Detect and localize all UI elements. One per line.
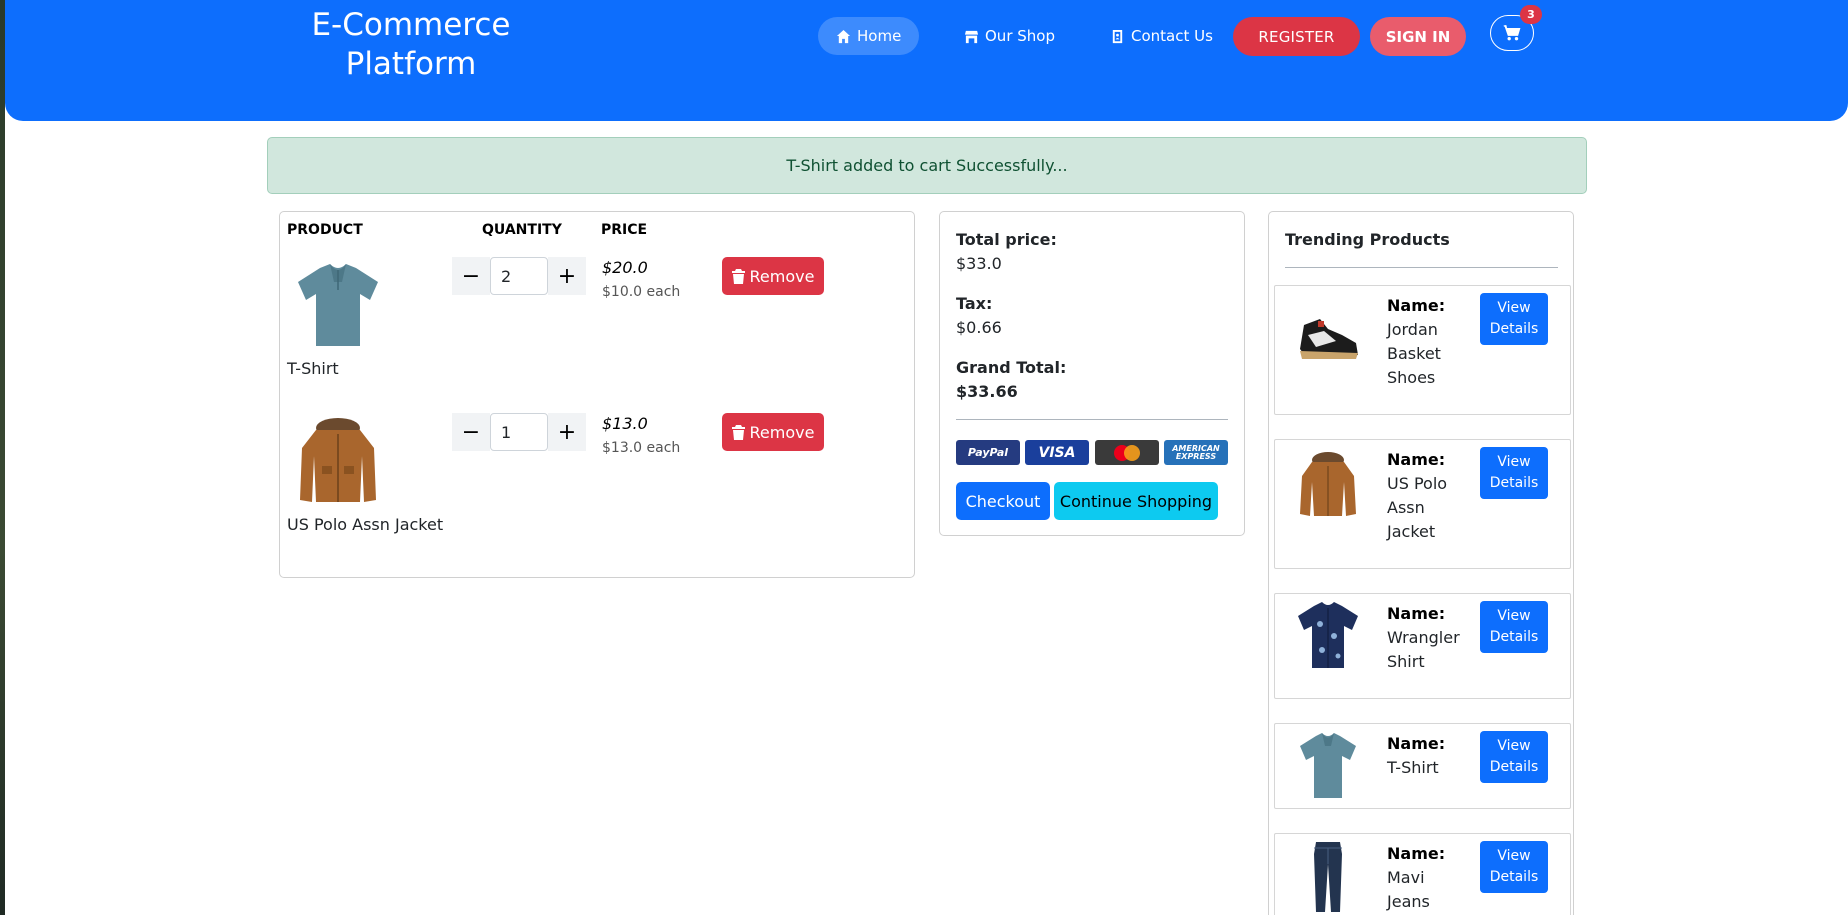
cart-item-total-price: $13.0 bbox=[602, 414, 648, 433]
tshirt-thumbnail-image bbox=[1300, 733, 1356, 798]
shopping-cart-icon bbox=[1503, 25, 1521, 41]
tax-label: Tax: bbox=[956, 294, 993, 313]
grand-total-label: Grand Total: bbox=[956, 358, 1067, 377]
trending-item-name-label: Name: bbox=[1387, 604, 1446, 623]
trending-item-name-label: Name: bbox=[1387, 734, 1446, 753]
nav-contact-us[interactable]: Contact Us bbox=[1092, 17, 1231, 55]
increase-quantity-button[interactable]: + bbox=[548, 257, 586, 295]
visa-icon: VISA bbox=[1025, 440, 1089, 465]
success-alert-message: T-Shirt added to cart Successfully... bbox=[786, 156, 1068, 175]
amex-icon: AMERICAN EXPRESS bbox=[1164, 440, 1228, 465]
quantity-input[interactable]: 2 bbox=[490, 257, 548, 295]
success-alert: T-Shirt added to cart Successfully... bbox=[267, 137, 1587, 194]
remove-item-button[interactable]: Remove bbox=[722, 413, 824, 451]
cart-item-name: US Polo Assn Jacket bbox=[287, 515, 444, 534]
checkout-button[interactable]: Checkout bbox=[956, 482, 1050, 520]
background-strip bbox=[0, 0, 5, 915]
jordan-shoes-image bbox=[1300, 319, 1358, 359]
mavi-jeans-image bbox=[1314, 842, 1342, 912]
trending-divider bbox=[1285, 267, 1558, 268]
nav-our-shop-label: Our Shop bbox=[985, 27, 1055, 45]
view-details-button[interactable]: View Details bbox=[1480, 841, 1548, 893]
column-header-quantity: QUANTITY bbox=[482, 222, 562, 238]
paypal-icon: PayPal bbox=[956, 440, 1020, 465]
jacket-product-image bbox=[300, 418, 376, 502]
quantity-stepper: − 1 + bbox=[452, 413, 586, 451]
cart-item-unit-price: $13.0 each bbox=[602, 440, 681, 456]
brand-logo[interactable]: E-Commerce Platform bbox=[305, 6, 517, 84]
tshirt-product-image bbox=[298, 264, 378, 346]
tax-value: $0.66 bbox=[956, 318, 1002, 337]
trending-item-name-label: Name: bbox=[1387, 844, 1446, 863]
grand-total-value: $33.66 bbox=[956, 382, 1018, 401]
remove-item-label: Remove bbox=[749, 266, 815, 286]
cart-item-name: T-Shirt bbox=[287, 359, 339, 378]
total-price-label: Total price: bbox=[956, 230, 1057, 249]
view-details-button[interactable]: View Details bbox=[1480, 601, 1548, 653]
mastercard-icon bbox=[1095, 440, 1159, 465]
trending-item-name-label: Name: bbox=[1387, 296, 1446, 315]
decrease-quantity-button[interactable]: − bbox=[452, 413, 490, 451]
quantity-stepper: − 2 + bbox=[452, 257, 586, 295]
quantity-input[interactable]: 1 bbox=[490, 413, 548, 451]
trending-item-name-label: Name: bbox=[1387, 450, 1446, 469]
trash-icon bbox=[731, 424, 745, 440]
navbar: E-Commerce Platform bbox=[5, 0, 1848, 121]
trending-item-name: Jordan Basket Shoes bbox=[1387, 320, 1441, 387]
nav-contact-us-label: Contact Us bbox=[1131, 27, 1213, 45]
cart-count-badge: 3 bbox=[1520, 5, 1542, 24]
nav-our-shop[interactable]: Our Shop bbox=[946, 17, 1073, 55]
view-details-button[interactable]: View Details bbox=[1480, 293, 1548, 345]
cart-item-total-price: $20.0 bbox=[602, 258, 648, 277]
wrangler-shirt-image bbox=[1298, 602, 1358, 668]
total-price-value: $33.0 bbox=[956, 254, 1002, 273]
shop-icon bbox=[964, 30, 979, 43]
register-button[interactable]: REGISTER bbox=[1233, 17, 1360, 56]
increase-quantity-button[interactable]: + bbox=[548, 413, 586, 451]
trending-products-title: Trending Products bbox=[1285, 230, 1450, 249]
trending-item-name: US Polo Assn Jacket bbox=[1387, 474, 1448, 541]
brand-line-1: E-Commerce bbox=[311, 7, 511, 43]
trending-item-name: Mavi Jeans bbox=[1387, 868, 1430, 911]
contact-card-icon bbox=[1112, 29, 1123, 43]
nav-home[interactable]: Home bbox=[818, 17, 920, 55]
jacket-thumbnail-image bbox=[1300, 452, 1356, 516]
remove-item-label: Remove bbox=[749, 422, 815, 442]
remove-item-button[interactable]: Remove bbox=[722, 257, 824, 295]
column-header-product: PRODUCT bbox=[287, 222, 363, 238]
trash-icon bbox=[731, 268, 745, 284]
view-details-button[interactable]: View Details bbox=[1480, 447, 1548, 499]
trending-item-name: Wrangler Shirt bbox=[1387, 628, 1460, 671]
sign-in-button[interactable]: SIGN IN bbox=[1370, 17, 1466, 56]
home-icon bbox=[836, 29, 851, 43]
brand-line-2: Platform bbox=[345, 46, 477, 82]
continue-shopping-button[interactable]: Continue Shopping bbox=[1054, 482, 1218, 520]
trending-item-name: T-Shirt bbox=[1387, 758, 1439, 777]
view-details-button[interactable]: View Details bbox=[1480, 731, 1548, 783]
nav-home-label: Home bbox=[857, 27, 902, 45]
decrease-quantity-button[interactable]: − bbox=[452, 257, 490, 295]
column-header-price: PRICE bbox=[601, 222, 648, 238]
cart-item-unit-price: $10.0 each bbox=[602, 284, 681, 300]
mastercard-circles bbox=[1114, 444, 1140, 461]
summary-divider bbox=[956, 419, 1228, 420]
